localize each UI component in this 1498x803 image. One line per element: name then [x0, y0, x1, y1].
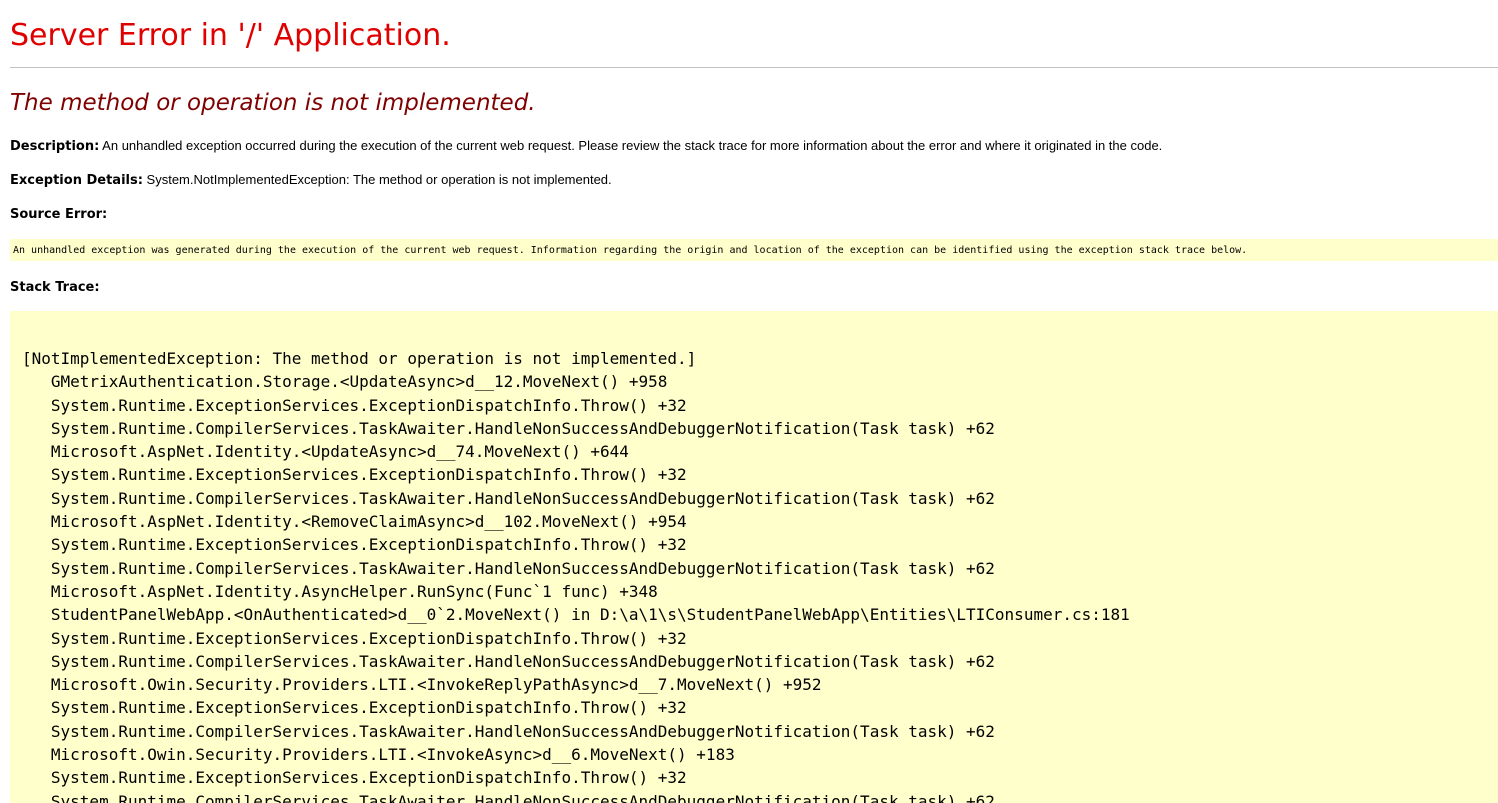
page-title: Server Error in '/' Application.: [10, 18, 451, 53]
stack-trace-line: System.Runtime.CompilerServices.TaskAwai…: [22, 418, 995, 438]
description-label: Description:: [10, 139, 100, 154]
stack-trace-line: [NotImplementedException: The method or …: [22, 349, 697, 368]
stack-trace-line: System.Runtime.ExceptionServices.Excepti…: [22, 465, 687, 485]
stack-trace-line: System.Runtime.ExceptionServices.Excepti…: [22, 535, 687, 555]
stack-trace-box: [NotImplementedException: The method or …: [10, 311, 1498, 803]
stack-trace-line: Microsoft.AspNet.Identity.<RemoveClaimAs…: [22, 512, 687, 532]
stack-trace-line: System.Runtime.CompilerServices.TaskAwai…: [22, 791, 995, 803]
source-error-box: An unhandled exception was generated dur…: [10, 239, 1498, 261]
exception-details-line: Exception Details: System.NotImplemented…: [10, 172, 612, 189]
stack-trace-line: Microsoft.AspNet.Identity.<UpdateAsync>d…: [22, 442, 629, 462]
stack-trace-heading: Stack Trace:: [10, 279, 100, 296]
stack-trace-line: GMetrixAuthentication.Storage.<UpdateAsy…: [22, 372, 668, 392]
stack-trace-line: System.Runtime.CompilerServices.TaskAwai…: [22, 558, 995, 578]
exception-details-label: Exception Details:: [10, 173, 143, 188]
stack-trace-line: StudentPanelWebApp.<OnAuthenticated>d__0…: [22, 605, 1130, 625]
source-error-heading: Source Error:: [10, 206, 107, 223]
stack-trace-line: Microsoft.AspNet.Identity.AsyncHelper.Ru…: [22, 581, 658, 601]
error-message: The method or operation is not implement…: [10, 90, 536, 116]
stack-trace-line: System.Runtime.ExceptionServices.Excepti…: [22, 395, 687, 415]
stack-trace-line: System.Runtime.CompilerServices.TaskAwai…: [22, 651, 995, 671]
description-text: An unhandled exception occurred during t…: [99, 138, 1163, 153]
divider: [10, 67, 1498, 68]
source-error-text: An unhandled exception was generated dur…: [13, 245, 1248, 256]
source-error-label: Source Error:: [10, 207, 108, 222]
stack-trace-label: Stack Trace:: [10, 280, 100, 295]
stack-trace-text: [NotImplementedException: The method or …: [22, 347, 1130, 803]
stack-trace-line: Microsoft.Owin.Security.Providers.LTI.<I…: [22, 675, 822, 695]
stack-trace-line: System.Runtime.ExceptionServices.Excepti…: [22, 768, 687, 788]
exception-details-text: System.NotImplementedException: The meth…: [142, 172, 612, 187]
stack-trace-line: System.Runtime.ExceptionServices.Excepti…: [22, 628, 687, 648]
stack-trace-line: System.Runtime.ExceptionServices.Excepti…: [22, 698, 687, 718]
stack-trace-line: System.Runtime.CompilerServices.TaskAwai…: [22, 721, 995, 741]
stack-trace-line: System.Runtime.CompilerServices.TaskAwai…: [22, 488, 995, 508]
description-line: Description: An unhandled exception occu…: [10, 138, 1162, 155]
stack-trace-line: Microsoft.Owin.Security.Providers.LTI.<I…: [22, 745, 735, 765]
